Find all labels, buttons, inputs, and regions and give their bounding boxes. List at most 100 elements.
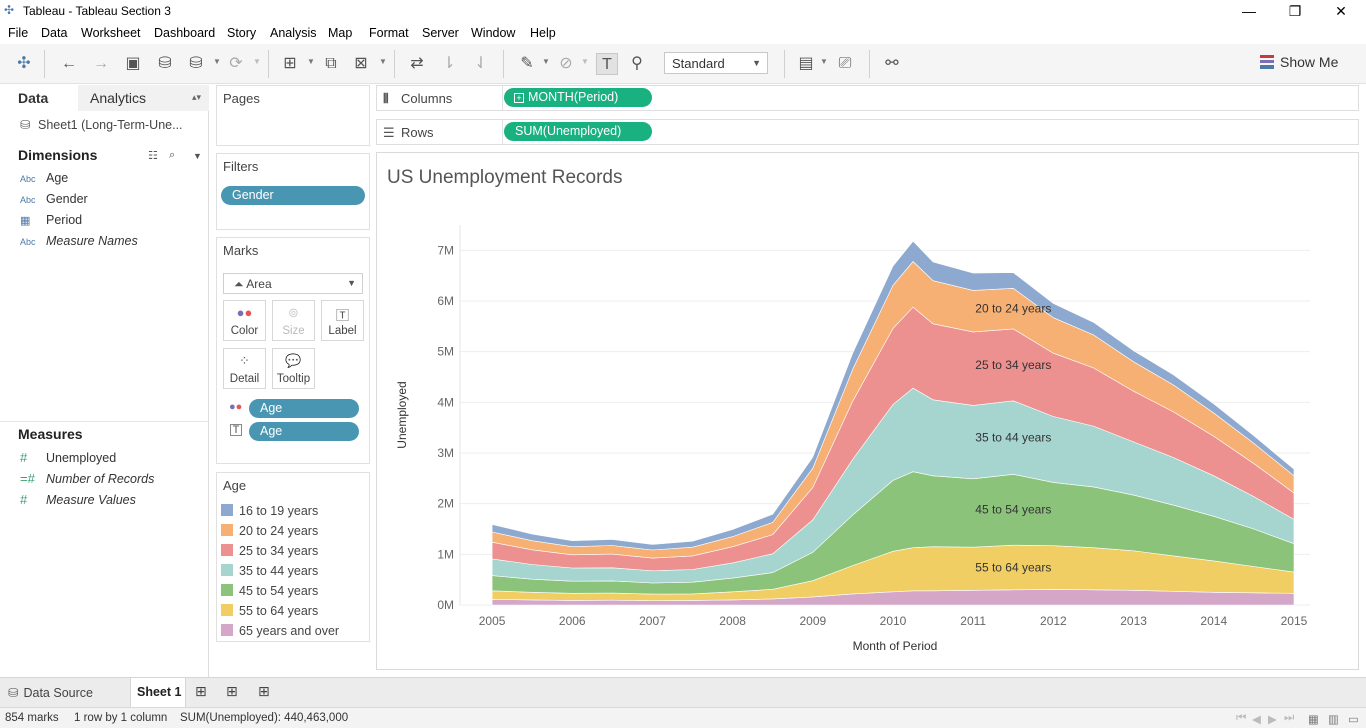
restore-button[interactable]: ❐ (1272, 2, 1318, 20)
show-mark-labels-icon[interactable]: T (596, 53, 618, 75)
y-tick-label: 4M (437, 395, 454, 409)
swap-rows-columns-icon[interactable]: ⇄ (406, 53, 428, 75)
dimension-field[interactable]: Abc Age (20, 171, 68, 185)
data-source-tab[interactable]: ⛁ Data Source (8, 678, 93, 708)
detail-button[interactable]: ⁘ Detail (223, 348, 266, 389)
dimension-field[interactable]: Abc Gender (20, 192, 88, 206)
prev-sheet-icon[interactable]: ◀ (1252, 712, 1261, 726)
area-label: 45 to 54 years (975, 503, 1051, 517)
pages-card[interactable]: Pages (216, 85, 370, 146)
menu-dashboard[interactable]: Dashboard (154, 26, 215, 40)
color-pill-age[interactable]: Age (249, 399, 359, 418)
menu-server[interactable]: Server (422, 26, 459, 40)
x-tick-label: 2007 (639, 614, 666, 628)
dimension-field[interactable]: ▦ Period (20, 213, 82, 227)
datasource-item[interactable]: ⛁ Sheet1 (Long-Term-Une... (20, 117, 183, 132)
new-worksheet-icon[interactable]: ⊞ (195, 678, 207, 708)
marks-card-title: Marks (223, 243, 259, 258)
show-tabs-icon[interactable]: ▭ (1348, 712, 1359, 726)
new-story-icon[interactable]: ⊞ (258, 678, 270, 708)
menu-file[interactable]: File (8, 26, 28, 40)
minimize-button[interactable]: — (1226, 2, 1272, 20)
left-pane-tabs: Data Analytics ▴▾ (0, 85, 209, 111)
view-options-icon[interactable]: ☷ (148, 149, 158, 162)
columns-pill[interactable]: + MONTH(Period) (504, 88, 652, 107)
chevron-down-icon[interactable]: ▼ (213, 57, 221, 66)
label-pill-age[interactable]: Age (249, 422, 359, 441)
chevron-down-icon[interactable]: ▼ (193, 151, 202, 161)
menu-help[interactable]: Help (530, 26, 556, 40)
tab-analytics[interactable]: Analytics ▴▾ (78, 85, 209, 111)
sort-ascending-icon[interactable]: ⇂ (438, 53, 460, 75)
new-datasource-icon[interactable]: ⛁ (154, 53, 176, 75)
legend-item[interactable]: 65 years and over (221, 624, 339, 644)
tooltip-button[interactable]: 💬 Tooltip (272, 348, 315, 389)
fix-axes-icon[interactable]: ⚲ (626, 53, 648, 75)
sort-descending-icon[interactable]: ⇃ (470, 53, 492, 75)
legend-item[interactable]: 20 to 24 years (221, 524, 318, 544)
filters-card[interactable]: Filters Gender (216, 153, 370, 230)
new-worksheet-icon[interactable]: ⊞ (279, 53, 301, 75)
filter-pill-gender[interactable]: Gender (221, 186, 365, 205)
area-chart[interactable]: 0M 1M 2M 3M 4M 5M 6M 7M 2005 2006 2007 2008 2009 2010… (377, 200, 1360, 670)
mark-type-dropdown[interactable]: ⏶ Area ▼ (223, 273, 363, 294)
pause-updates-icon[interactable]: ⛁ (185, 53, 207, 75)
detail-button-label: Detail (229, 373, 260, 385)
status-bar: 854 marks 1 row by 1 column SUM(Unemploy… (0, 707, 1366, 728)
legend-item[interactable]: 25 to 34 years (221, 544, 318, 564)
legend-item[interactable]: 35 to 44 years (221, 564, 318, 584)
first-sheet-icon[interactable]: ⏮ (1236, 712, 1246, 725)
y-tick-label: 0M (437, 598, 454, 612)
measure-field[interactable]: # Measure Values (20, 492, 136, 507)
last-sheet-icon[interactable]: ⏭ (1284, 712, 1294, 725)
chevron-down-icon[interactable]: ▼ (253, 57, 261, 66)
chevron-down-icon[interactable]: ▼ (581, 57, 589, 66)
legend-item[interactable]: 55 to 64 years (221, 604, 318, 624)
menu-window[interactable]: Window (471, 26, 515, 40)
label-button[interactable]: 🅃 Label (321, 300, 364, 341)
presentation-mode-icon[interactable]: ⎚ (834, 53, 856, 75)
save-icon[interactable]: ▣ (122, 53, 144, 75)
show-filmstrip-icon[interactable]: ▥ (1328, 712, 1339, 726)
color-button[interactable]: ●● Color (223, 300, 266, 341)
pane-divider[interactable] (0, 421, 209, 422)
menu-map[interactable]: Map (328, 26, 352, 40)
menu-analysis[interactable]: Analysis (270, 26, 317, 40)
measure-field[interactable]: # Unemployed (20, 450, 116, 465)
x-tick-label: 2010 (880, 614, 907, 628)
menu-data[interactable]: Data (41, 26, 67, 40)
new-dashboard-icon[interactable]: ⊞ (226, 678, 238, 708)
legend-item[interactable]: 16 to 19 years (221, 504, 318, 524)
search-icon[interactable]: ⌕ (169, 149, 175, 162)
show-me-button[interactable]: Show Me (1260, 54, 1338, 70)
measure-field[interactable]: =# Number of Records (20, 471, 154, 486)
undo-icon[interactable]: ← (58, 53, 80, 75)
highlight-icon[interactable]: ✎ (516, 53, 538, 75)
redo-icon[interactable]: → (90, 53, 112, 75)
menu-story[interactable]: Story (227, 26, 256, 40)
group-members-icon[interactable]: ⊘ (555, 53, 577, 75)
chevron-down-icon[interactable]: ▼ (542, 57, 550, 66)
legend-label: 55 to 64 years (239, 604, 319, 618)
fit-dropdown[interactable]: Standard ▼ (664, 52, 768, 74)
rows-pill[interactable]: SUM(Unemployed) (504, 122, 652, 141)
tab-data[interactable]: Data (0, 85, 78, 111)
share-icon[interactable]: ⚯ (881, 53, 903, 75)
show-cards-icon[interactable]: ▤ (795, 53, 817, 75)
close-button[interactable]: ✕ (1318, 2, 1364, 20)
chevron-down-icon[interactable]: ▼ (379, 57, 387, 66)
show-sheet-sorter-icon[interactable]: ▦ (1308, 712, 1319, 726)
tableau-home-icon[interactable]: ✣ (13, 53, 35, 75)
menu-format[interactable]: Format (369, 26, 409, 40)
menu-worksheet[interactable]: Worksheet (81, 26, 141, 40)
dimension-field[interactable]: Abc Measure Names (20, 234, 138, 248)
clear-sheet-icon[interactable]: ⊠ (350, 53, 372, 75)
chevron-down-icon[interactable]: ▼ (307, 57, 315, 66)
refresh-icon[interactable]: ⟳ (225, 53, 247, 75)
legend-item[interactable]: 45 to 54 years (221, 584, 318, 604)
sheet-tab[interactable]: Sheet 1 (130, 678, 186, 708)
next-sheet-icon[interactable]: ▶ (1268, 712, 1277, 726)
duplicate-sheet-icon[interactable]: ⧉ (320, 53, 342, 75)
chevron-down-icon[interactable]: ▼ (820, 57, 828, 66)
size-button[interactable]: ⊚ Size (272, 300, 315, 341)
